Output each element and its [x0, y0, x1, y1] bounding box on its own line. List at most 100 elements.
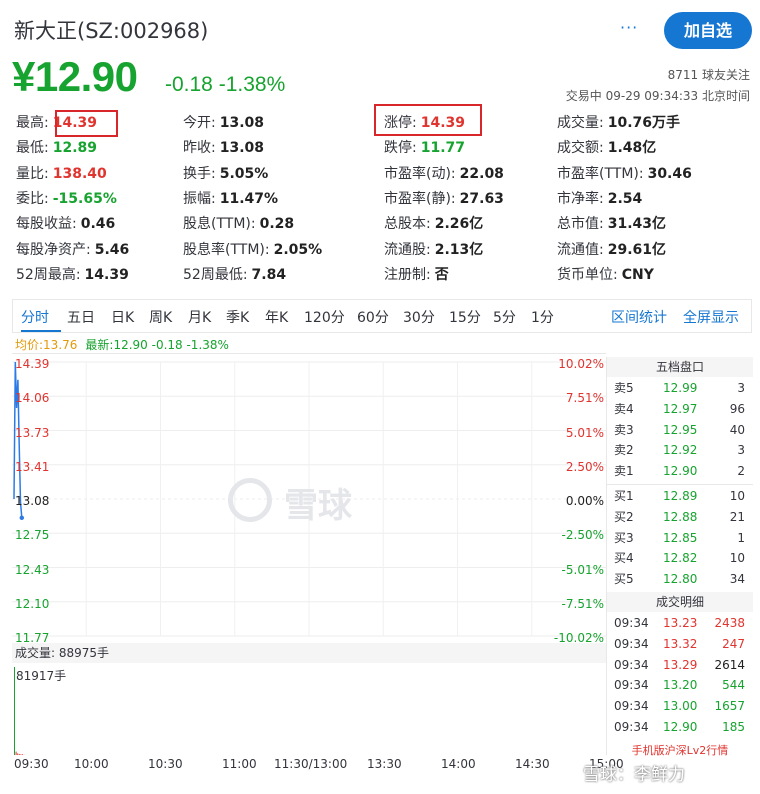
- level-volume: 1: [737, 530, 745, 545]
- range-stats-link[interactable]: 区间统计: [611, 307, 667, 327]
- quote-label: 量比:: [16, 165, 49, 182]
- tab-4[interactable]: 月K: [188, 307, 211, 327]
- stock-title: 新大正(SZ:002968): [14, 19, 209, 43]
- more-icon[interactable]: ···: [620, 18, 638, 37]
- trade-volume: 185: [722, 720, 745, 734]
- fullscreen-link[interactable]: 全屏显示: [683, 307, 739, 327]
- level-label: 卖3: [614, 422, 634, 437]
- quote-label: 今开:: [183, 115, 216, 131]
- trade-time: 09:34: [614, 616, 649, 630]
- quote-value: 2.05%: [273, 241, 323, 258]
- quote-cell: 成交量: 10.76万手: [557, 112, 680, 132]
- trade-time: 09:34: [614, 699, 649, 714]
- level-price: 12.92: [663, 443, 698, 458]
- highlight-box-limit-up: [374, 104, 482, 136]
- highlight-box-high: [55, 110, 118, 137]
- volume-bar: [22, 754, 23, 755]
- level-price: 12.89: [663, 489, 698, 503]
- quote-cell: 最低: 12.89: [16, 137, 97, 157]
- quote-value: 13.08: [219, 115, 265, 131]
- tab-6[interactable]: 年K: [265, 307, 288, 327]
- volume-max-label: 81917手: [16, 669, 67, 683]
- x-tick: 14:00: [441, 757, 476, 771]
- quote-value: 2.26亿: [434, 216, 484, 233]
- tab-11[interactable]: 5分: [493, 307, 516, 327]
- quote-value: 11.47%: [219, 190, 279, 207]
- x-tick: 09:30: [14, 757, 49, 771]
- followers-count[interactable]: 8711 球友关注: [668, 66, 750, 83]
- tab-2[interactable]: 日K: [111, 307, 134, 327]
- quote-label: 市盈率(TTM):: [557, 165, 644, 182]
- order-book: 五档盘口 卖5 12.99 3 卖4 12.97 96 卖3 12.95 40 卖2 12.92 3 卖1…: [606, 357, 753, 757]
- trade-price: 12.90: [663, 720, 698, 734]
- quote-label: 最低:: [16, 140, 49, 157]
- quote-cell: 每股收益: 0.46: [16, 213, 115, 233]
- level-volume: 34: [729, 572, 745, 587]
- price-change: -0.18 -1.38%: [165, 73, 286, 96]
- level-label: 卖2: [614, 443, 634, 458]
- quote-cell: 振幅: 11.47%: [183, 188, 278, 208]
- quote-cell: 总市值: 31.43亿: [557, 213, 666, 233]
- ask-row: 卖1 12.90 2: [607, 461, 753, 481]
- level-price: 12.90: [663, 464, 698, 479]
- trade-time: 09:34: [614, 657, 649, 672]
- level-volume: 96: [729, 401, 745, 416]
- tab-3[interactable]: 周K: [149, 307, 172, 327]
- quote-label: 昨收:: [183, 140, 216, 157]
- volume-bar: [15, 751, 17, 755]
- tab-10[interactable]: 15分: [449, 307, 481, 327]
- level-price: 12.95: [663, 422, 698, 437]
- x-tick: 10:30: [148, 757, 183, 771]
- y-tick-left: 13.73: [15, 425, 50, 440]
- quote-cell: 委比: -15.65%: [16, 188, 117, 208]
- y-tick-right: 0.00%: [565, 494, 604, 508]
- y-tick-left: 14.06: [15, 391, 50, 406]
- level-label: 买1: [614, 489, 634, 503]
- quote-label: 流通值:: [557, 241, 604, 258]
- y-tick-right: 10.02%: [558, 357, 604, 371]
- quote-cell: 量比: 138.40: [16, 163, 107, 183]
- trade-price: 13.29: [663, 657, 698, 672]
- quote-value: 13.08: [219, 140, 265, 157]
- tab-9[interactable]: 30分: [403, 307, 435, 327]
- quote-value: 1.48亿: [607, 140, 657, 157]
- trade-volume: 2438: [714, 616, 745, 630]
- quote-cell: 换手: 5.05%: [183, 163, 268, 183]
- level-volume: 3: [737, 381, 745, 395]
- quote-cell: 市净率: 2.54: [557, 188, 642, 208]
- bid-row: 买4 12.82 10: [607, 548, 753, 568]
- quote-cell: 今开: 13.08: [183, 112, 264, 132]
- tab-5[interactable]: 季K: [226, 307, 249, 327]
- x-tick: 11:00: [222, 757, 257, 771]
- volume-bar: [18, 754, 20, 755]
- tab-0[interactable]: 分时: [21, 307, 49, 327]
- add-watchlist-button[interactable]: 加自选: [664, 12, 752, 49]
- trade-price: 13.00: [663, 699, 698, 714]
- trade-status: 交易中 09-29 09:34:33 北京时间: [565, 89, 750, 103]
- trade-volume: 247: [722, 636, 745, 651]
- ask-row: 卖4 12.97 96: [607, 399, 753, 419]
- quote-cell: 市盈率(静): 27.63: [384, 188, 504, 208]
- tab-1[interactable]: 五日: [67, 307, 95, 327]
- bid-row: 买5 12.80 34: [607, 569, 753, 589]
- level-price: 12.82: [663, 551, 698, 566]
- quote-label: 52周最低:: [183, 266, 248, 283]
- tab-12[interactable]: 1分: [531, 307, 554, 327]
- y-tick-left: 13.41: [15, 459, 50, 474]
- quote-value: 12.89: [52, 140, 98, 157]
- ask-row: 卖2 12.92 3: [607, 440, 753, 460]
- watermark-text: 雪球: [284, 486, 352, 526]
- quote-cell: 流通股: 2.13亿: [384, 239, 483, 259]
- quote-value: 138.40: [52, 165, 107, 182]
- quote-label: 每股净资产:: [16, 241, 91, 258]
- quote-cell: 每股净资产: 5.46: [16, 239, 129, 259]
- level-label: 卖4: [614, 401, 634, 416]
- x-tick: 13:30: [367, 757, 402, 771]
- quote-label: 股息率(TTM):: [183, 241, 270, 258]
- quote-value: 5.05%: [219, 165, 269, 182]
- tab-8[interactable]: 60分: [357, 307, 389, 327]
- quote-cell: 52周最低: 7.84: [183, 264, 286, 284]
- quote-label: 跌停:: [384, 140, 417, 157]
- level-volume: 3: [737, 443, 745, 458]
- tab-7[interactable]: 120分: [304, 307, 345, 327]
